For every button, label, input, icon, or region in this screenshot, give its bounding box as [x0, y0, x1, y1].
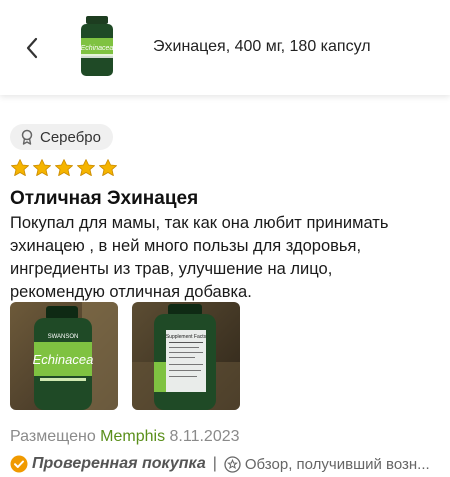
- product-thumbnail[interactable]: Echinacea: [78, 16, 116, 78]
- medal-icon: [21, 129, 33, 145]
- author-link[interactable]: Memphis: [100, 428, 165, 445]
- separator: |: [212, 455, 217, 472]
- back-button[interactable]: [18, 33, 48, 63]
- review-body-line: рекомендую отличная добавка.: [10, 283, 252, 301]
- review-meta: Размещено Memphis 8.11.2023: [10, 428, 240, 446]
- verified-purchase-label: Проверенная покупка: [32, 455, 206, 472]
- star-icon: [11, 159, 29, 176]
- review-body-line: эхинацею , в ней много пользы для здоров…: [10, 237, 362, 255]
- svg-text:Echinacea: Echinacea: [81, 45, 114, 52]
- svg-text:Echinacea: Echinacea: [33, 352, 94, 367]
- star-icon: [55, 159, 73, 176]
- star-icon: [99, 159, 117, 176]
- posted-prefix: Размещено: [10, 428, 96, 445]
- review-photo[interactable]: SWANSON Echinacea: [10, 302, 118, 410]
- star-icon: [77, 159, 95, 176]
- reviewer-rank-badge: Серебро: [10, 124, 113, 150]
- product-title: Эхинацея, 400 мг, 180 капсул: [153, 38, 371, 55]
- verified-row: Проверенная покупка | Обзор, получивший …: [10, 455, 430, 473]
- product-header: Echinacea Эхинацея, 400 мг, 180 капсул: [0, 0, 450, 95]
- review-body-line: Покупал для мамы, так как она любит прин…: [10, 214, 389, 232]
- review-photo[interactable]: Supplement Facts: [132, 302, 240, 410]
- review-body-line: ингредиенты из трав, улучшение на лицо,: [10, 260, 333, 278]
- review-date: 8.11.2023: [169, 428, 240, 445]
- svg-text:SWANSON: SWANSON: [48, 334, 79, 340]
- star-icon: [33, 159, 51, 176]
- star-rating: [10, 158, 118, 178]
- verified-check-icon: [10, 455, 28, 473]
- review-title: Отличная Эхинацея: [10, 188, 199, 209]
- svg-text:Supplement Facts: Supplement Facts: [166, 334, 207, 340]
- review-type-label[interactable]: Обзор, получивший возн...: [245, 456, 430, 473]
- badge-label: Серебро: [40, 128, 101, 146]
- review-body: Покупал для мамы, так как она любит прин…: [10, 212, 440, 304]
- award-icon: [224, 455, 241, 473]
- chevron-left-icon: [26, 37, 38, 59]
